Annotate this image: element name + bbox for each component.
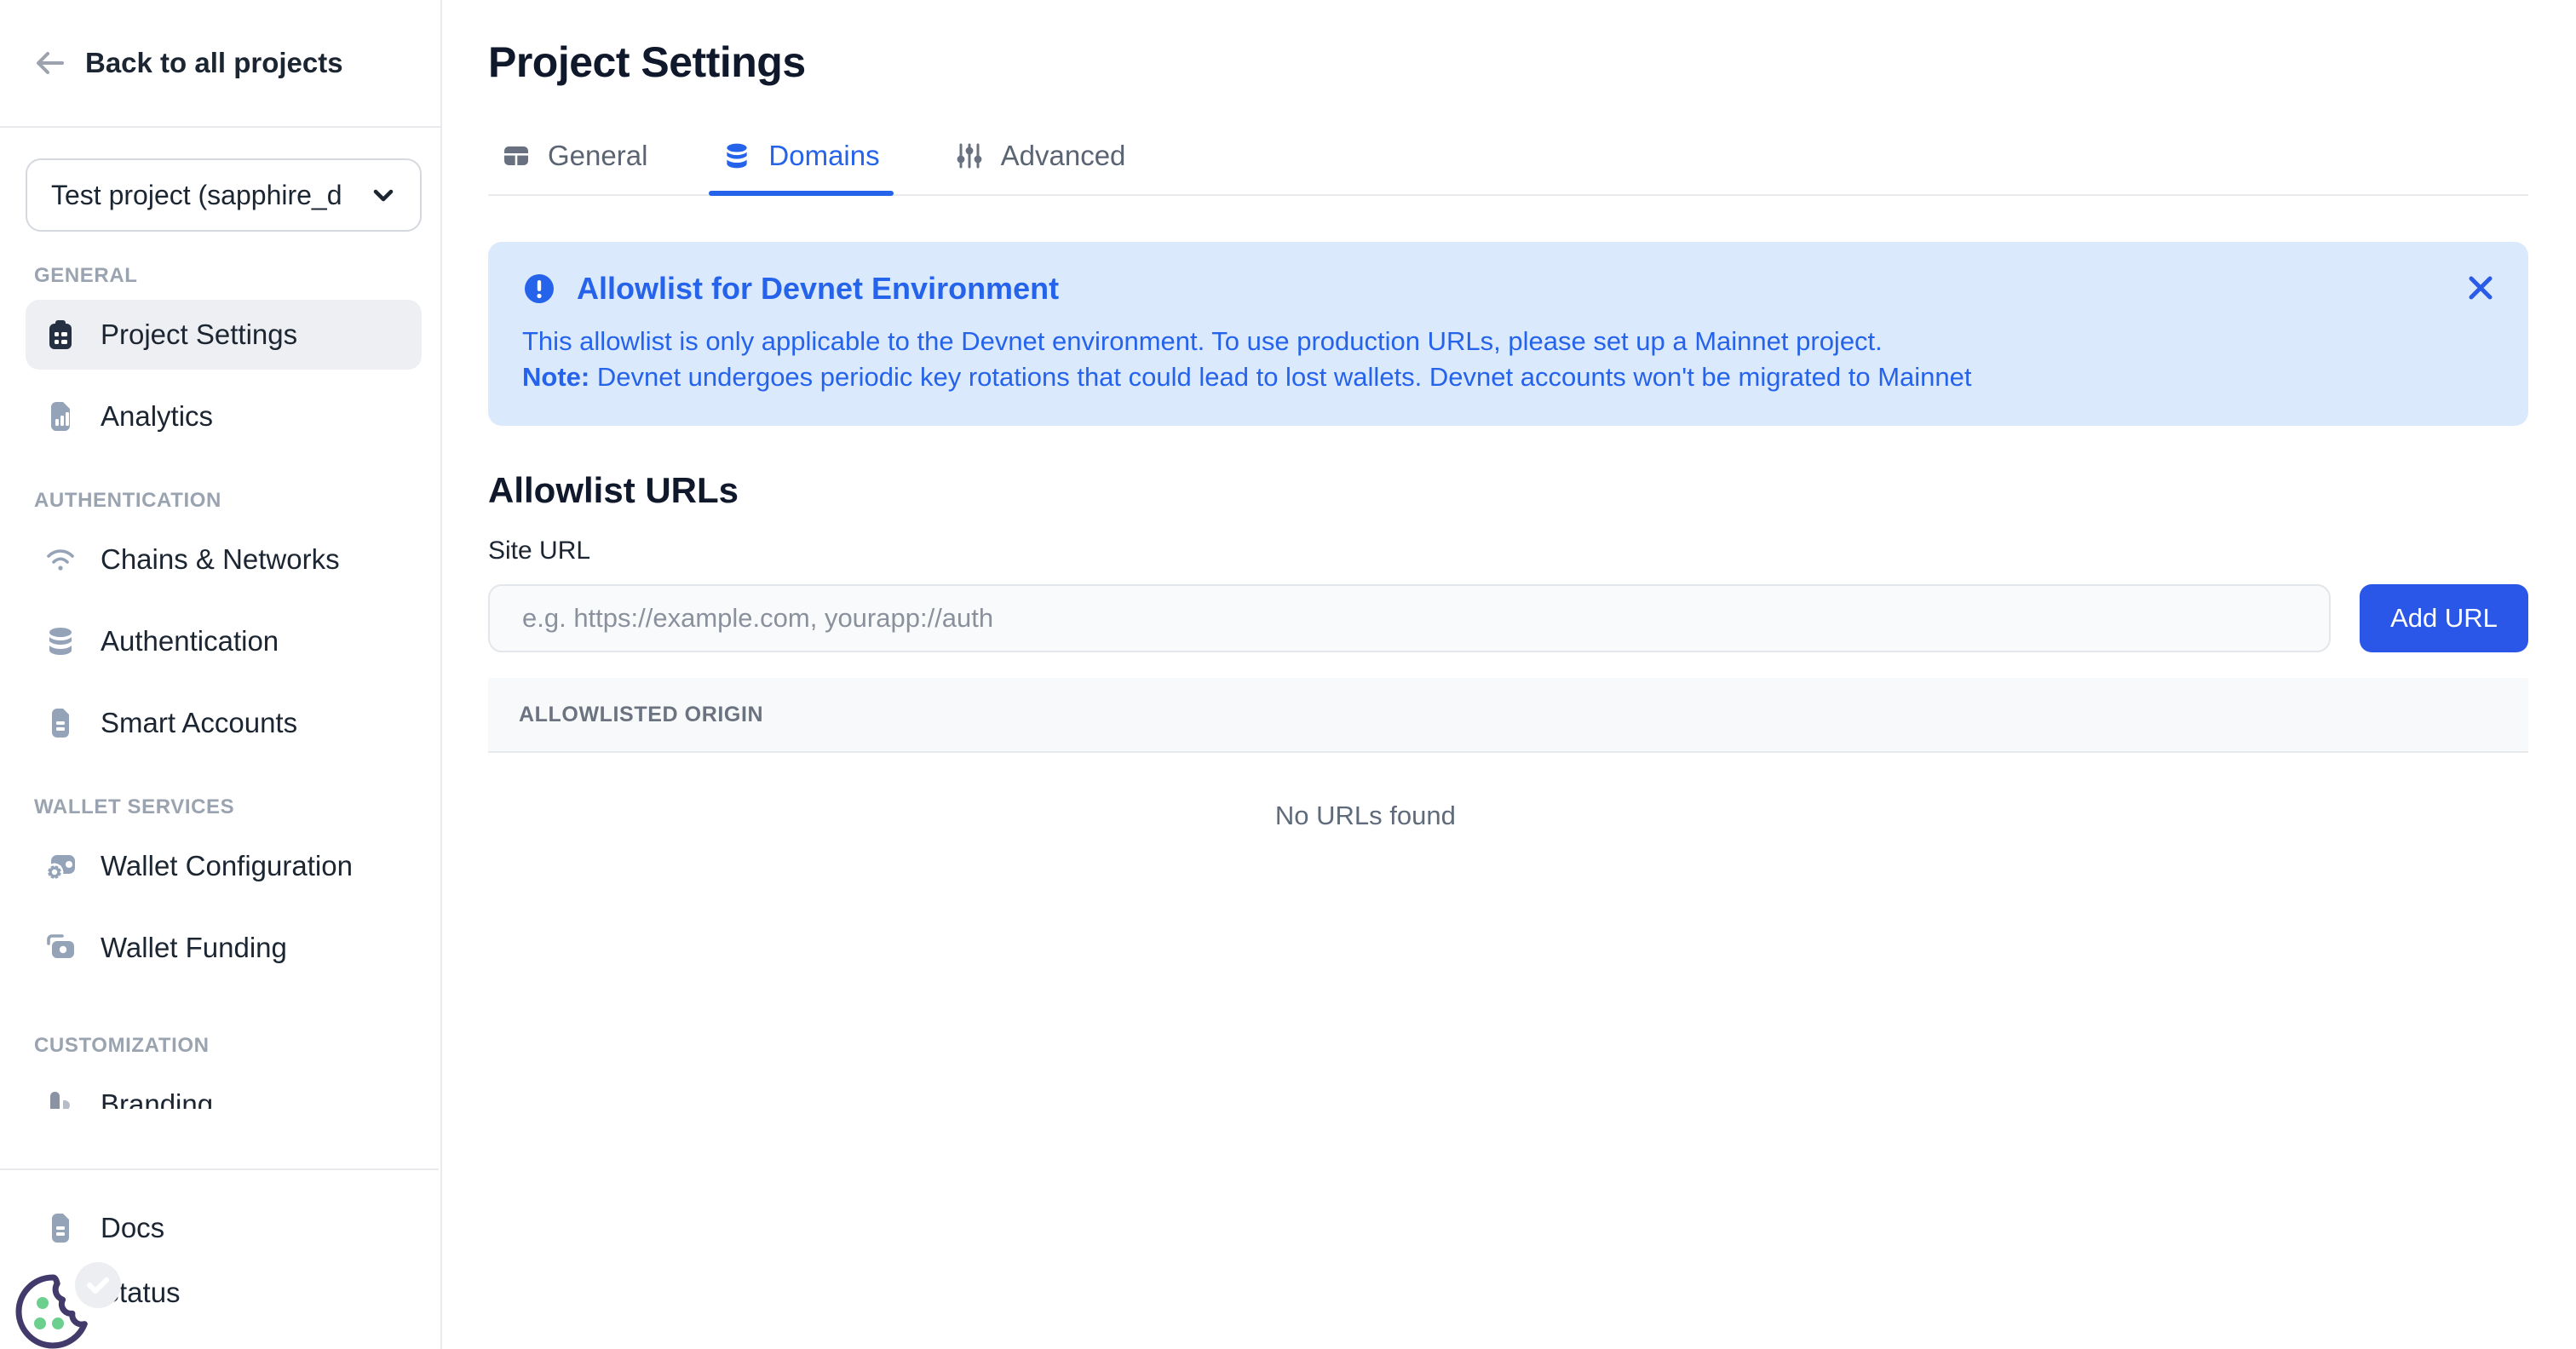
database-icon [44,625,77,657]
docs-label: Docs [101,1212,164,1244]
banner-body: This allowlist is only applicable to the… [522,324,2494,395]
arrow-left-icon [34,47,66,79]
sidebar: Back to all projects Test project (sapph… [0,0,442,1349]
tab-label: Advanced [1001,140,1126,172]
empty-state: No URLs found [488,753,2243,831]
main-content: Project Settings General [442,0,2576,1349]
back-label: Back to all projects [85,47,343,79]
sidebar-item-analytics[interactable]: Analytics [26,382,422,451]
allowlist-table-header: ALLOWLISTED ORIGIN [488,678,2528,753]
sidebar-item-label: Branding [101,1088,213,1109]
wifi-icon [44,543,77,576]
add-url-row: Add URL [488,584,2528,652]
add-url-button[interactable]: Add URL [2360,584,2528,652]
branding-icon [44,1088,77,1109]
sidebar-item-chains-networks[interactable]: Chains & Networks [26,525,422,594]
sidebar-item-authentication[interactable]: Authentication [26,606,422,676]
sidebar-item-label: Analytics [101,400,213,433]
banner-title-row: Allowlist for Devnet Environment [522,271,2494,307]
tab-advanced[interactable]: Advanced [941,135,1140,194]
sidebar-item-label: Smart Accounts [101,707,297,739]
banner-line-1: This allowlist is only applicable to the… [522,324,2494,359]
section-label-customization: CUSTOMIZATION [34,1034,422,1058]
site-url-label: Site URL [488,537,2528,565]
sidebar-item-label: Chains & Networks [101,543,340,576]
wallet-gear-icon [44,850,77,882]
section-label-general: GENERAL [34,264,422,288]
sidebar-nav: Test project (sapphire_d GENERAL [0,128,440,1109]
banner-note-text: Devnet undergoes periodic key rotations … [589,362,1971,392]
allowlist-heading: Allowlist URLs [488,470,2528,511]
close-icon[interactable] [2462,269,2499,307]
banner-title: Allowlist for Devnet Environment [577,271,1059,307]
tab-label: Domains [768,140,879,172]
sidebar-item-label: Project Settings [101,319,297,351]
banner-line-2: Note: Devnet undergoes periodic key rota… [522,359,2494,395]
sidebar-item-smart-accounts[interactable]: Smart Accounts [26,688,422,758]
tab-bar: General Domains [488,135,2528,196]
file-icon [44,707,77,739]
sidebar-item-label: Wallet Configuration [101,850,353,882]
cookie-consent-icon[interactable] [12,1271,94,1349]
section-label-wallet-services: WALLET SERVICES [34,795,422,819]
app-window: Back to all projects Test project (sapph… [0,0,2576,1349]
section-label-authentication: AUTHENTICATION [34,489,422,513]
project-selector-value: Test project (sapphire_d [51,180,342,211]
project-selector[interactable]: Test project (sapphire_d [26,158,422,232]
empty-state-text: No URLs found [1275,801,1456,831]
sidebar-item-wallet-funding[interactable]: Wallet Funding [26,913,422,983]
tab-label: General [548,140,647,172]
sidebar-item-project-settings[interactable]: Project Settings [26,300,422,370]
analytics-icon [44,400,77,433]
site-url-input[interactable] [488,584,2331,652]
sliders-icon [955,141,984,170]
docs-file-icon [44,1212,77,1244]
page-title: Project Settings [488,37,2528,87]
docs-link[interactable]: Docs [26,1196,413,1260]
clipboard-icon [44,319,77,351]
tab-domains[interactable]: Domains [709,135,893,194]
sidebar-item-label: Wallet Funding [101,932,287,964]
database-icon [722,141,751,170]
wallet-card-icon [44,932,77,964]
sidebar-item-label: Authentication [101,625,279,657]
table-grid-icon [502,141,531,170]
sidebar-footer: Docs Status [0,1168,439,1349]
chevron-down-icon [371,182,396,208]
devnet-allowlist-banner: Allowlist for Devnet Environment This al… [488,242,2528,426]
sidebar-item-wallet-configuration[interactable]: Wallet Configuration [26,831,422,901]
allowlist-table: ALLOWLISTED ORIGIN No URLs found [488,678,2528,831]
sidebar-item-branding[interactable]: Branding [26,1070,422,1109]
column-header-allowlisted-origin: ALLOWLISTED ORIGIN [519,703,763,727]
tab-general[interactable]: General [488,135,661,194]
alert-circle-icon [522,272,556,306]
banner-note-label: Note: [522,362,589,392]
back-to-projects-button[interactable]: Back to all projects [0,0,440,128]
